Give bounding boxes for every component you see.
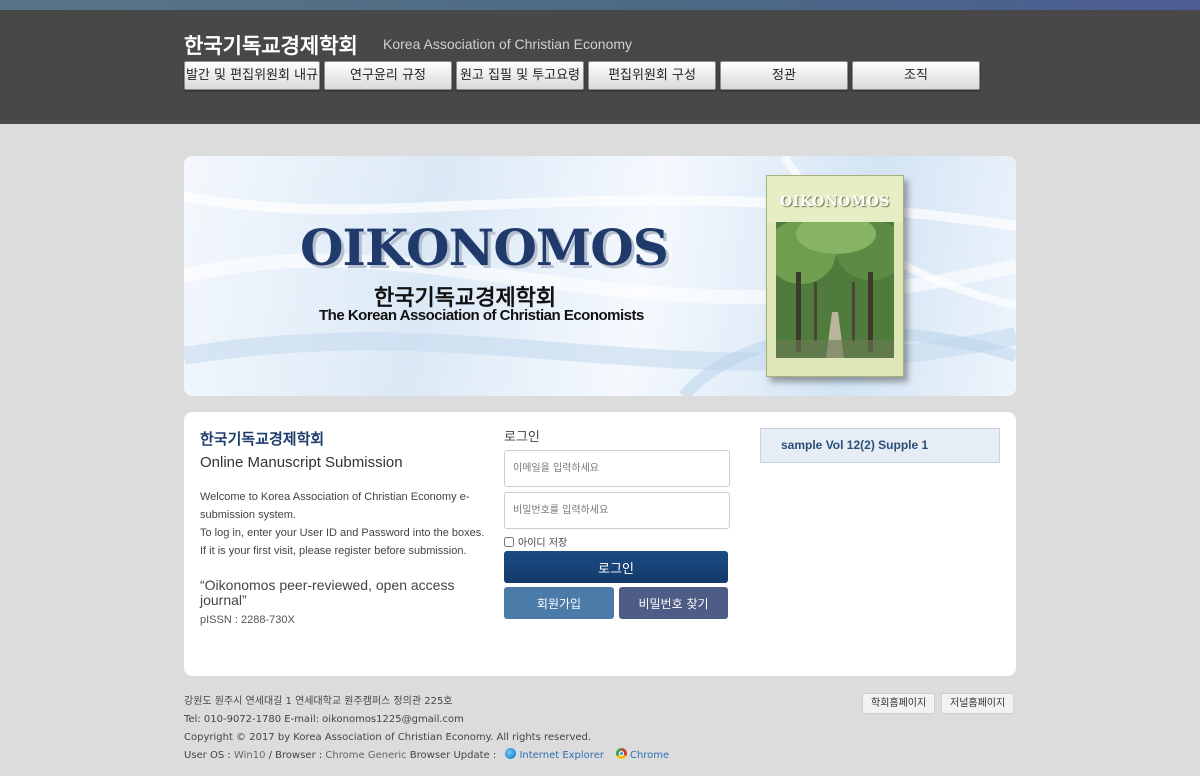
welcome-line-3: If it is your first visit, please regist… xyxy=(200,545,467,557)
cover-title: OIKONOMOS xyxy=(779,194,891,210)
sample-issue-link[interactable]: sample Vol 12(2) Supple 1 xyxy=(760,428,1000,463)
site-header: 한국기독교경제학회 Korea Association of Christian… xyxy=(0,10,1200,124)
email-field[interactable] xyxy=(504,450,730,487)
password-field[interactable] xyxy=(504,492,730,529)
ie-update-link[interactable]: Internet Explorer xyxy=(519,750,604,761)
main-panel: 한국기독교경제학회 Online Manuscript Submission W… xyxy=(184,412,1016,676)
nav-submission-guidelines[interactable]: 원고 집필 및 투고요령 xyxy=(456,61,584,90)
remember-id-label: 아이디 저장 xyxy=(518,538,568,549)
remember-id-checkbox[interactable] xyxy=(504,536,514,547)
welcome-text: Welcome to Korea Association of Christia… xyxy=(200,488,490,560)
banner-english-name: The Korean Association of Christian Econ… xyxy=(319,307,644,324)
site-title[interactable]: 한국기독교경제학회 xyxy=(184,30,358,60)
nav-publication-rules[interactable]: 발간 및 편집위원회 내규 xyxy=(184,61,320,90)
cover-tree-photo xyxy=(776,222,894,358)
top-accent-strip xyxy=(0,0,1200,10)
footer-copyright: Copyright © 2017 by Korea Association of… xyxy=(184,732,592,743)
welcome-line-2: To log in, enter your User ID and Passwo… xyxy=(200,527,485,539)
nav-organization[interactable]: 조직 xyxy=(852,61,980,90)
nav-editorial-board[interactable]: 편집위원회 구성 xyxy=(588,61,716,90)
footer-contact: Tel: 010-9072-1780 E-mail: oikonomos1225… xyxy=(184,714,464,725)
chrome-icon xyxy=(615,748,627,759)
find-password-button[interactable]: 비밀번호 찾기 xyxy=(619,587,728,619)
os-value: Win10 xyxy=(233,750,266,761)
login-button[interactable]: 로그인 xyxy=(504,551,728,583)
footer: 강원도 원주시 연세대길 1 연세대학교 원주캠퍼스 정의관 225호 Tel:… xyxy=(184,693,669,765)
browser-value: Chrome Generic xyxy=(325,750,407,761)
society-homepage-button[interactable]: 학회홈페이지 xyxy=(862,693,936,714)
org-name: 한국기독교경제학회 xyxy=(200,430,325,448)
site-subtitle: Korea Association of Christian Economy xyxy=(383,36,633,52)
welcome-line-1: Welcome to Korea Association of Christia… xyxy=(200,491,470,521)
chrome-update-link[interactable]: Chrome xyxy=(630,750,669,761)
page-heading: Online Manuscript Submission xyxy=(200,454,403,471)
footer-browser-info: User OS : Win10 / Browser : Chrome Gener… xyxy=(184,748,670,761)
journal-cover-image: OIKONOMOS xyxy=(766,175,904,377)
footer-address: 강원도 원주시 연세대길 1 연세대학교 원주캠퍼스 정의관 225호 xyxy=(184,696,453,707)
journal-quote: “Oikonomos peer-reviewed, open access jo… xyxy=(200,577,455,608)
internet-explorer-icon xyxy=(505,748,517,759)
register-button[interactable]: 회원가입 xyxy=(504,587,614,619)
remember-id[interactable]: 아이디 저장 xyxy=(504,534,567,549)
login-title: 로그인 xyxy=(504,430,540,445)
nav-bylaws[interactable]: 정관 xyxy=(720,61,848,90)
journal-banner: OIKONOMOS 한국기독교경제학회 The Korean Associati… xyxy=(184,156,1016,396)
journal-homepage-button[interactable]: 저널홈페이지 xyxy=(941,693,1015,714)
journal-logo: OIKONOMOS xyxy=(300,218,669,277)
nav-research-ethics[interactable]: 연구윤리 규정 xyxy=(324,61,452,90)
issn-label: pISSN : 2288-730X xyxy=(200,614,295,626)
